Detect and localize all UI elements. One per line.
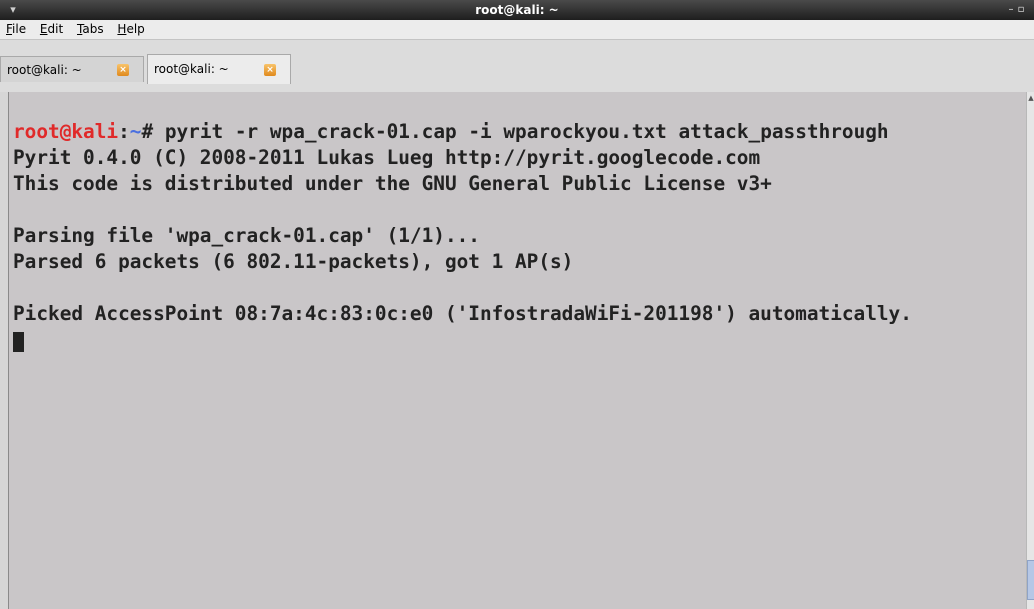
tab-bar: root@kali: ~ × root@kali: ~ × [0,40,1034,92]
output-line: Parsing file 'wpa_crack-01.cap' (1/1)... [13,224,480,247]
title-bar[interactable]: ▾ root@kali: ~ –▫× [0,0,1034,35]
text-cursor [13,331,24,352]
minimize-icon[interactable]: – [1006,0,1016,20]
menu-tabs[interactable]: Tabs [73,20,108,39]
menu-file[interactable]: File [2,20,30,39]
tab-terminal-1[interactable]: root@kali: ~ × [0,56,144,82]
maximize-icon[interactable]: ▫ [1016,0,1026,20]
cursor-line [13,327,912,353]
command-text: pyrit -r wpa_crack-01.cap -i wparockyou.… [164,120,889,143]
tab-close-icon[interactable]: × [264,64,276,76]
terminal-output-area[interactable]: root@kali:~# pyrit -r wpa_crack-01.cap -… [8,92,1026,609]
terminal-scrollbar[interactable]: ▲ [1026,92,1034,609]
terminal-window: ▾ root@kali: ~ –▫× File Edit Tabs Help r… [0,0,1034,609]
menu-edit[interactable]: Edit [36,20,67,39]
prompt-separator: : [118,120,130,143]
scroll-up-icon[interactable]: ▲ [1027,94,1034,102]
tab-close-icon[interactable]: × [117,64,129,76]
tab-terminal-2[interactable]: root@kali: ~ × [147,54,291,84]
menu-bar: File Edit Tabs Help [0,20,1034,40]
window-controls: –▫× [1006,0,1034,35]
prompt-symbol: # [141,120,165,143]
prompt-path: ~ [129,120,142,143]
window-title: root@kali: ~ [475,3,559,17]
output-line: Parsed 6 packets (6 802.11-packets), got… [13,250,574,273]
output-line: This code is distributed under the GNU G… [13,172,772,195]
menu-help[interactable]: Help [113,20,148,39]
command-line: root@kali:~# pyrit -r wpa_crack-01.cap -… [13,119,912,145]
scroll-thumb[interactable] [1027,560,1034,600]
tab-label: root@kali: ~ [154,62,229,76]
prompt-user-host: root@kali [13,120,119,143]
output-line: Picked AccessPoint 08:7a:4c:83:0c:e0 ('I… [13,302,912,325]
terminal-lines: root@kali:~# pyrit -r wpa_crack-01.cap -… [13,119,912,353]
tab-label: root@kali: ~ [7,63,82,77]
output-line: Pyrit 0.4.0 (C) 2008-2011 Lukas Lueg htt… [13,146,761,169]
